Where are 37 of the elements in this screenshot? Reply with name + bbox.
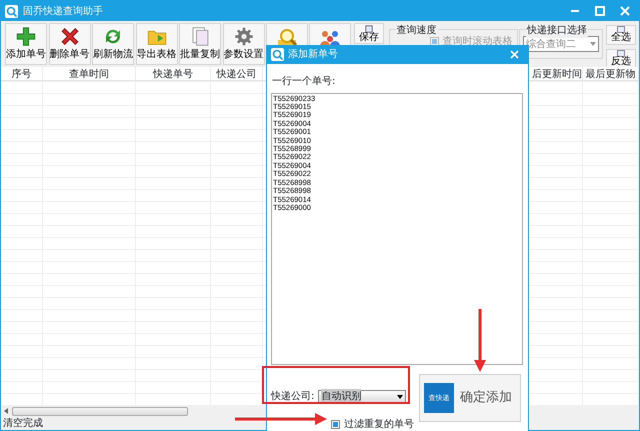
minimize-icon (569, 10, 581, 12)
company-select[interactable]: 自动识别 (318, 390, 406, 403)
window-title: 固乔快递查询助手 (23, 4, 104, 18)
checkbox[interactable] (331, 420, 340, 429)
caret-icon (590, 42, 596, 46)
side-button[interactable]: 全选 (606, 25, 636, 45)
column-header: 快递单号 (136, 67, 211, 80)
save-button[interactable]: 保存 (354, 23, 384, 44)
column-header: 序号 (1, 67, 43, 80)
company-label: 快递公司: (271, 390, 314, 404)
close-icon (510, 50, 518, 60)
save-icon (365, 24, 374, 32)
column-header: 最后更新物 (583, 67, 639, 80)
scrollbar-thumb[interactable] (12, 406, 188, 416)
prompt-label: 一行一个单号: (272, 74, 336, 89)
window-icon (617, 50, 625, 57)
checkbox-label: 过滤重复的单号 (344, 418, 414, 431)
toolbar-button[interactable]: 参数设置 (222, 23, 264, 65)
checkbox-label: 查询时滚动表格 (442, 34, 513, 49)
scroll-left-icon[interactable] (4, 408, 8, 414)
dialog-title: 添加新单号 (288, 48, 339, 62)
arrow (474, 309, 486, 372)
window-icon (617, 26, 625, 33)
toolbar-button[interactable]: 导出表格 (136, 23, 178, 65)
side-button[interactable]: 反选 (606, 49, 636, 69)
caret-icon (397, 394, 404, 398)
toolbar-button[interactable]: 批量复制 (179, 23, 221, 65)
column-header: 查单时间 (43, 67, 136, 80)
group-title: 快递接口选择 (526, 23, 588, 38)
plus-icon (14, 26, 38, 47)
toolbar-button[interactable]: 删除单号 (48, 23, 90, 65)
toolbar-button[interactable]: 刷新物流 (92, 23, 134, 65)
column-header: 快递公司 (211, 67, 263, 80)
maximize-icon (594, 5, 606, 17)
toolbar-button[interactable]: 添加单号 (5, 23, 47, 65)
close-icon (619, 5, 631, 17)
app-logo-icon (5, 4, 18, 18)
